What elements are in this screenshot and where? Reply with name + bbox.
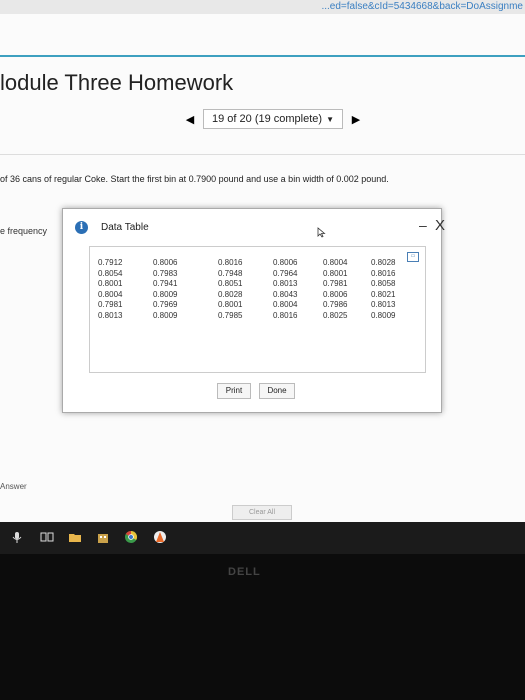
store-icon[interactable]: [96, 530, 110, 544]
answer-label: Answer: [0, 482, 27, 491]
table-cell: 0.7948: [218, 268, 243, 278]
table-cell: 0.8021: [371, 289, 396, 299]
previous-question-button[interactable]: ◀: [183, 113, 197, 126]
table-cell: 0.8013: [371, 300, 396, 309]
table-column-2: 0.8006 0.7983 0.7941 0.8009 0.7969 0.800…: [153, 258, 177, 321]
question-selector[interactable]: 19 of 20 (19 complete) ▼: [203, 109, 343, 129]
table-cell: 0.8051: [218, 279, 243, 288]
dell-logo: DELL: [228, 566, 261, 578]
table-cell: 0.7941: [153, 279, 178, 288]
table-cell: 0.8009: [153, 310, 178, 320]
table-cell: 0.8006: [323, 289, 348, 299]
divider: [0, 154, 525, 155]
microphone-icon[interactable]: [10, 530, 24, 544]
table-column-3: 0.8016 0.7948 0.8051 0.8028 0.8001 0.798…: [218, 258, 242, 321]
table-cell: 0.7981: [98, 300, 123, 309]
screen: ...ed=false&cId=5434668&back=DoAssignme …: [0, 0, 525, 522]
question-pager: ◀ 19 of 20 (19 complete) ▼ ▶: [183, 109, 363, 129]
close-button[interactable]: X: [435, 217, 445, 234]
info-icon: i: [75, 221, 88, 234]
data-table-dialog: i Data Table – X ▭ 0.7912 0.8054 0.8001 …: [62, 208, 445, 413]
next-question-button[interactable]: ▶: [349, 113, 363, 126]
monitor-bezel: [0, 554, 525, 700]
table-cell: 0.8058: [371, 279, 396, 288]
table-cell: 0.8016: [218, 258, 243, 267]
browser-url-bar[interactable]: ...ed=false&cId=5434668&back=DoAssignme: [0, 0, 525, 14]
minimize-button[interactable]: –: [419, 217, 427, 233]
table-cell: 0.8043: [273, 289, 298, 299]
task-view-icon[interactable]: [40, 530, 54, 544]
print-button[interactable]: Print: [217, 383, 251, 399]
table-cell: 0.8016: [273, 310, 298, 320]
dialog-header: i Data Table – X: [63, 209, 445, 249]
mouse-cursor-icon: [317, 227, 326, 240]
table-cell: 0.8054: [98, 268, 123, 278]
table-cell: 0.7912: [98, 258, 123, 267]
app-icon[interactable]: [153, 530, 167, 544]
file-explorer-icon[interactable]: [68, 530, 82, 544]
table-cell: 0.7981: [323, 279, 348, 288]
table-cell: 0.8028: [371, 258, 396, 267]
copy-icon[interactable]: ▭: [407, 252, 419, 262]
frequency-label: e frequency: [0, 226, 48, 236]
table-cell: 0.8009: [153, 289, 178, 299]
table-cell: 0.7969: [153, 300, 178, 309]
chevron-down-icon: ▼: [326, 114, 334, 124]
table-cell: 0.8006: [153, 258, 178, 267]
question-instructions: of 36 cans of regular Coke. Start the fi…: [0, 174, 389, 184]
table-cell: 0.8025: [323, 310, 348, 320]
table-cell: 0.8004: [98, 289, 123, 299]
table-cell: 0.7985: [218, 310, 243, 320]
table-cell: 0.7983: [153, 268, 178, 278]
table-cell: 0.8004: [273, 300, 298, 309]
table-cell: 0.7986: [323, 300, 348, 309]
table-cell: 0.8028: [218, 289, 243, 299]
table-cell: 0.8001: [323, 268, 348, 278]
data-table: ▭ 0.7912 0.8054 0.8001 0.8004 0.7981 0.8…: [89, 246, 426, 373]
table-cell: 0.7964: [273, 268, 298, 278]
header-accent-line: [0, 55, 525, 57]
table-cell: 0.8016: [371, 268, 396, 278]
table-cell: 0.8001: [98, 279, 123, 288]
question-status-text: 19 of 20 (19 complete): [212, 113, 323, 125]
clear-all-button[interactable]: Clear All: [232, 505, 292, 520]
table-cell: 0.8009: [371, 310, 396, 320]
table-column-5: 0.8004 0.8001 0.7981 0.8006 0.7986 0.802…: [323, 258, 347, 321]
table-cell: 0.8013: [273, 279, 298, 288]
chrome-icon[interactable]: [124, 530, 138, 544]
table-cell: 0.8001: [218, 300, 243, 309]
url-text: ...ed=false&cId=5434668&back=DoAssignme: [321, 1, 523, 12]
table-cell: 0.8004: [323, 258, 348, 267]
table-column-6: 0.8028 0.8016 0.8058 0.8021 0.8013 0.800…: [371, 258, 395, 321]
table-cell: 0.8013: [98, 310, 123, 320]
table-cell: 0.8006: [273, 258, 298, 267]
page-title: lodule Three Homework: [0, 70, 234, 95]
dialog-title: Data Table: [101, 222, 149, 233]
done-button[interactable]: Done: [259, 383, 295, 399]
table-column-1: 0.7912 0.8054 0.8001 0.8004 0.7981 0.801…: [98, 258, 122, 321]
table-column-4: 0.8006 0.7964 0.8013 0.8043 0.8004 0.801…: [273, 258, 297, 321]
